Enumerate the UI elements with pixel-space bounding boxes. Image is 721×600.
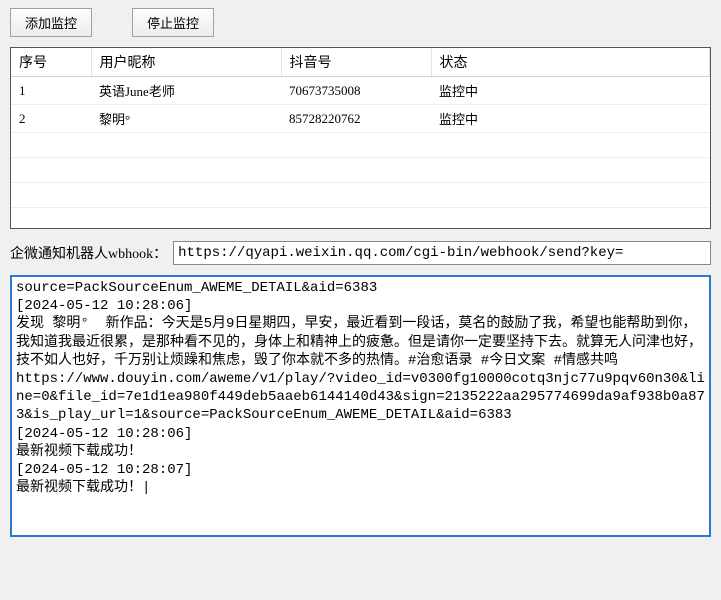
table-row-empty [11, 183, 710, 208]
cell-status: 监控中 [431, 105, 710, 133]
webhook-input[interactable] [173, 241, 711, 265]
log-area-container [10, 275, 711, 541]
toolbar: 添加监控 停止监控 [10, 8, 711, 37]
monitor-table-container: 序号 用户昵称 抖音号 状态 1英语June老师70673735008监控中2黎… [10, 47, 711, 229]
cell-status: 监控中 [431, 77, 710, 105]
monitor-table: 序号 用户昵称 抖音号 状态 1英语June老师70673735008监控中2黎… [11, 48, 710, 229]
log-textarea[interactable] [10, 275, 711, 537]
table-row-empty [11, 158, 710, 183]
cell-douyin_id: 85728220762 [281, 105, 431, 133]
cell-nickname: 黎明° [91, 105, 281, 133]
col-header-douyin-id[interactable]: 抖音号 [281, 48, 431, 77]
stop-monitor-button[interactable]: 停止监控 [132, 8, 214, 37]
webhook-row: 企微通知机器人wbhook： [10, 241, 711, 265]
cell-nickname: 英语June老师 [91, 77, 281, 105]
table-row-empty [11, 208, 710, 230]
col-header-nickname[interactable]: 用户昵称 [91, 48, 281, 77]
cell-douyin_id: 70673735008 [281, 77, 431, 105]
cell-seq: 2 [11, 105, 91, 133]
add-monitor-button[interactable]: 添加监控 [10, 8, 92, 37]
webhook-label: 企微通知机器人wbhook： [10, 243, 167, 263]
table-row[interactable]: 1英语June老师70673735008监控中 [11, 77, 710, 105]
col-header-status[interactable]: 状态 [431, 48, 710, 77]
table-row[interactable]: 2黎明°85728220762监控中 [11, 105, 710, 133]
cell-seq: 1 [11, 77, 91, 105]
col-header-seq[interactable]: 序号 [11, 48, 91, 77]
table-row-empty [11, 133, 710, 158]
